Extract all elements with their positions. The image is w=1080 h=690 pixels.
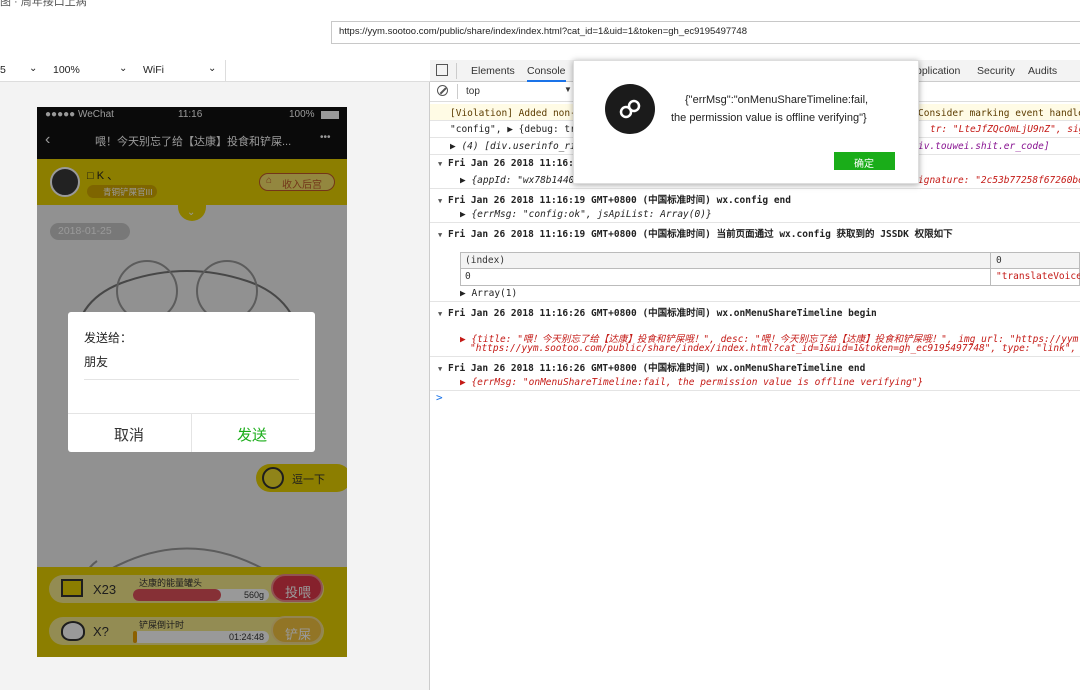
console-errmsg-fail-line[interactable]: ▶ {errMsg: "onMenuShareTimeline:fail, th…	[430, 374, 1080, 391]
send-to-label: 发送给：	[84, 331, 133, 345]
toolbar-divider	[225, 60, 226, 82]
table-row-value: "translateVoice"	[996, 271, 1080, 282]
console-share-object-line-2: "https://yym.sootoo.com/public/share/ind…	[430, 343, 1080, 357]
console-group-header[interactable]: ▼ Fri Jan 26 2018 11:16:19 GMT+0800 (中国标准…	[430, 189, 1080, 206]
recipient-name: 朋友	[84, 355, 109, 369]
timestamp: Fri Jan 26 2018 11:16:26 GMT+0800 (中国标准时…	[448, 308, 877, 319]
tab-security[interactable]: Security	[977, 65, 1015, 77]
console-prompt[interactable]: >	[430, 391, 1080, 405]
share-dialog: 发送给： 朋友 取消 发送	[68, 312, 315, 452]
link-icon	[619, 99, 641, 119]
config-text: "config", ▶ {debug: tru	[450, 124, 582, 135]
tab-divider	[456, 63, 457, 79]
config-tail: tr: "LteJfZQcOmLjU9nZ", signat	[930, 124, 1080, 135]
inspect-element-icon[interactable]	[436, 64, 448, 76]
console-table-header: (index) 0	[460, 252, 1080, 269]
console-group-header[interactable]: ▼ Fri Jan 26 2018 11:16:19 GMT+0800 (中国标准…	[430, 223, 1080, 240]
timestamp: Fri Jan 26 2018 11:16:26 GMT+0800 (中国标准时…	[448, 363, 866, 374]
zoom-select[interactable]: 100%	[53, 64, 80, 76]
error-message-line2: the permission value is offline verifyin…	[671, 112, 867, 124]
tab-elements[interactable]: Elements	[471, 65, 515, 77]
chevron-down-icon[interactable]: ⌄	[119, 63, 127, 74]
miniprogram-logo	[605, 84, 655, 134]
console-group-header[interactable]: ▼ Fri Jan 26 2018 11:16:26 GMT+0800 (中国标准…	[430, 357, 1080, 374]
device-toolbar: 5 ⌄ 100% ⌄ WiFi ⌄	[0, 60, 430, 82]
table-head-0: 0	[996, 255, 1002, 266]
error-popup: {"errMsg":"onMenuShareTimeline:fail, the…	[573, 60, 919, 184]
console-errmsg-ok-line[interactable]: ▶ {errMsg: "config:ok", jsApiList: Array…	[430, 206, 1080, 223]
window-title: 图 · 周年接口上病	[0, 0, 87, 8]
device-size-select[interactable]: 5	[0, 64, 6, 76]
violation-tail: Consider marking event handler	[918, 108, 1080, 119]
chevron-down-icon[interactable]: ⌄	[208, 63, 216, 74]
div-tail: iv.touwei.shit.er_code]	[918, 141, 1050, 152]
send-button[interactable]: 发送	[237, 424, 267, 445]
chevron-down-icon[interactable]: ⌄	[29, 63, 37, 74]
context-select[interactable]: top	[466, 86, 480, 97]
errmsg-fail-text: ▶ {errMsg: "onMenuShareTimeline:fail, th…	[460, 377, 924, 388]
timestamp: Fri Jan 26 2018 11:16:19 GMT+0800 (中国标准时…	[448, 195, 791, 206]
cancel-button[interactable]: 取消	[114, 424, 144, 445]
appid-text: ▶ {appId: "wx78b14405	[460, 175, 581, 186]
table-head-index: (index)	[465, 255, 506, 266]
timestamp: Fri Jan 26 2018 11:16:19 GMT+0800 (中国标准时…	[448, 229, 953, 240]
browser-top-bar: 图 · 周年接口上病 https://yym.sootoo.com/public…	[0, 0, 1080, 60]
tab-application[interactable]: pplication	[916, 65, 960, 77]
chevron-down-icon[interactable]: ▼	[564, 85, 572, 94]
array-text: ▶ Array(1)	[460, 288, 518, 299]
appid-tail: ignature: "2c53b77258f67260be2	[918, 175, 1080, 186]
tab-console[interactable]: Console	[527, 65, 566, 82]
tab-audits[interactable]: Audits	[1028, 65, 1057, 77]
phone-screen: ●●●●● WeChat 11:16 100% ‹ 喂！今天别忘了给【达康】投食…	[37, 107, 347, 657]
violation-text: [Violation] Added non-p	[450, 108, 582, 119]
share-object-text-2: "https://yym.sootoo.com/public/share/ind…	[470, 343, 1080, 354]
console-table-row: 0 "translateVoice"	[460, 269, 1080, 286]
timestamp: Fri Jan 26 2018 11:16:1	[448, 158, 580, 169]
console-share-object-line[interactable]: ▶ {title: "喂！今天别忘了给【达康】投食和铲屎哦！", desc: "…	[430, 330, 1080, 344]
errmsg-ok-text: ▶ {errMsg: "config:ok", jsApiList: Array…	[460, 209, 712, 220]
div-text: ▶ (4) [div.userinfo_rig	[450, 141, 582, 152]
console-array-line[interactable]: ▶ Array(1)	[430, 286, 1080, 302]
console-group-header[interactable]: ▼ Fri Jan 26 2018 11:16:26 GMT+0800 (中国标准…	[430, 302, 1080, 319]
confirm-button[interactable]: 确定	[834, 152, 895, 170]
divider	[191, 413, 192, 452]
table-row-index: 0	[465, 271, 471, 282]
network-select[interactable]: WiFi	[143, 64, 164, 76]
divider	[84, 379, 299, 380]
table-divider	[990, 252, 991, 286]
toolbar-divider	[457, 84, 458, 99]
url-bar[interactable]: https://yym.sootoo.com/public/share/inde…	[331, 21, 1080, 44]
error-message-line1: {"errMsg":"onMenuShareTimeline:fail,	[685, 94, 869, 106]
